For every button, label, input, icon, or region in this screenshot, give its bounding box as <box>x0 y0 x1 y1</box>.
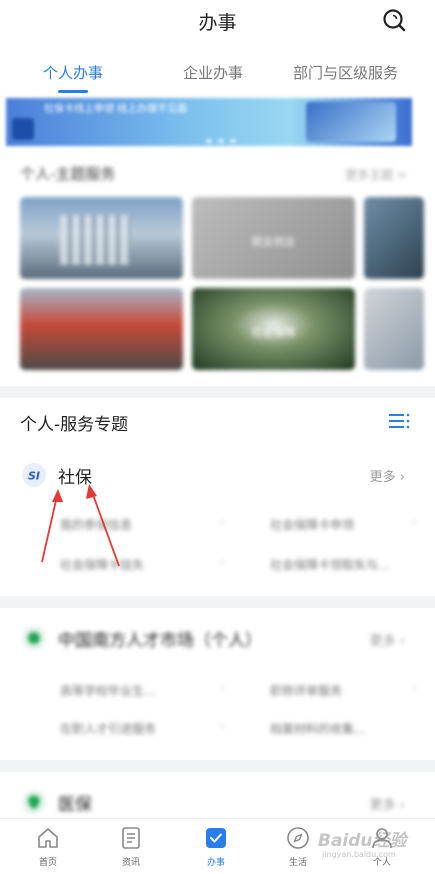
page-title: 办事 <box>198 12 237 34</box>
theme-tile[interactable] <box>364 197 424 279</box>
social-security-icon: SI <box>22 463 46 487</box>
tab-department[interactable]: 部门与区级服务 <box>293 62 398 83</box>
nav-label: 生活 <box>288 858 307 868</box>
section-divider <box>0 760 435 772</box>
card-header-medical-insurance[interactable]: 医保 <box>22 790 422 815</box>
compass-icon <box>287 827 309 849</box>
card-title: 社保 <box>58 468 92 488</box>
list-menu-icon[interactable] <box>387 412 411 430</box>
item-separator: › <box>220 719 225 733</box>
theme-more-link[interactable]: 更多主题 > <box>345 166 407 183</box>
section-divider <box>0 386 435 398</box>
section-divider <box>0 596 435 608</box>
banner-logo <box>12 118 34 140</box>
home-icon <box>38 828 58 848</box>
nav-news[interactable]: 资讯 <box>101 825 161 868</box>
theme-section-title: 个人-主题服务 <box>20 165 116 183</box>
service-section-title: 个人-服务专题 <box>20 415 129 435</box>
card-more-link[interactable]: 更多 › <box>370 466 405 485</box>
list-item[interactable]: 社会保障卡挂失 <box>60 556 144 573</box>
card-title: 中国南方人才市场（个人） <box>58 631 262 651</box>
theme-tile[interactable] <box>20 197 183 279</box>
list-item[interactable]: 职称评审服务 <box>270 682 342 699</box>
watermark: Baidu经验 <box>318 831 407 851</box>
item-separator: › <box>412 681 417 695</box>
title-bar: 办事 <box>0 0 435 42</box>
card-more-link[interactable]: 更多 › <box>370 794 405 813</box>
list-item[interactable]: 高等学校毕业生... <box>60 682 155 699</box>
theme-tile[interactable] <box>20 288 183 370</box>
card-title: 医保 <box>58 795 92 815</box>
item-separator: › <box>220 681 225 695</box>
watermark-url: jingyan.baidu.com <box>322 850 396 859</box>
list-item[interactable]: 档案材料的收集... <box>270 720 365 737</box>
list-item[interactable]: 在职人才引进服务 <box>60 720 156 737</box>
theme-tile[interactable]: 就业创业 <box>192 197 355 279</box>
tab-enterprise[interactable]: 企业办事 <box>183 62 243 83</box>
medical-insurance-icon <box>22 790 46 814</box>
list-item[interactable]: 社会保障卡领取失与... <box>270 556 389 573</box>
theme-tile[interactable] <box>364 288 424 370</box>
item-separator: › <box>220 555 225 569</box>
card-header-social-security[interactable]: SI 社保 <box>22 463 422 488</box>
checkbox-icon <box>206 828 226 848</box>
card-more-link[interactable]: 更多 › <box>370 630 405 649</box>
tab-personal[interactable]: 个人办事 <box>43 62 103 83</box>
nav-label: 办事 <box>206 858 225 868</box>
banner-image <box>306 102 396 142</box>
news-icon <box>122 827 140 849</box>
talent-market-icon <box>22 626 46 650</box>
card-more-label: 更多 <box>369 798 396 813</box>
banner[interactable]: 社保卡线上申领 线上办理不见面 <box>6 98 412 146</box>
list-item[interactable]: 社会保障卡申领 <box>270 516 354 533</box>
search-icon[interactable] <box>381 7 407 33</box>
theme-tile-caption: 社会保障 <box>251 326 296 340</box>
nav-label: 首页 <box>38 858 57 868</box>
active-tab-indicator <box>58 90 88 93</box>
list-item[interactable]: 我的参保信息 <box>60 516 132 533</box>
top-tabs: 个人办事 企业办事 部门与区级服务 <box>0 52 435 98</box>
nav-label: 资讯 <box>121 858 140 868</box>
theme-tile-caption: 就业创业 <box>251 235 296 249</box>
card-more-label: 更多 <box>369 470 396 485</box>
theme-tile[interactable]: 社会保障 <box>192 288 355 370</box>
nav-services[interactable]: 办事 <box>186 825 246 868</box>
svg-text:SI: SI <box>28 470 40 483</box>
banner-pager <box>206 128 246 143</box>
nav-home[interactable]: 首页 <box>18 825 78 868</box>
item-separator: › <box>220 515 225 529</box>
item-separator: › <box>412 515 417 529</box>
card-more-label: 更多 <box>369 634 396 649</box>
banner-text: 社保卡线上申领 线上办理不见面 <box>44 104 188 115</box>
card-header-talent-market[interactable]: 中国南方人才市场（个人） <box>22 626 422 651</box>
